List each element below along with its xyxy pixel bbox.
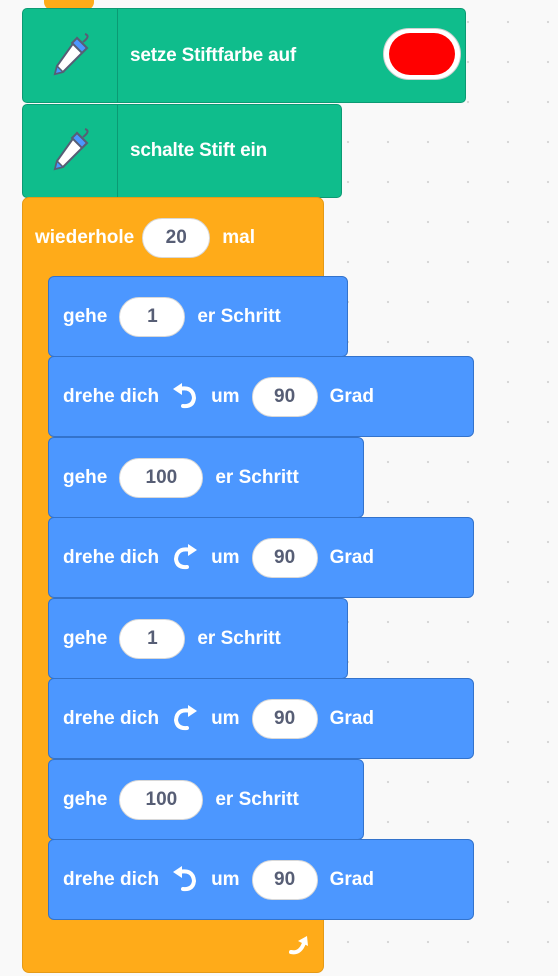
pen-extension-icon-area (23, 9, 118, 102)
repeat-count-input[interactable]: 20 (142, 218, 211, 258)
move-steps-block[interactable]: gehe 100 er Schritt (48, 437, 364, 518)
turn-left-block[interactable]: drehe dich um 90 Grad (48, 356, 474, 437)
move-steps-block[interactable]: gehe 1 er Schritt (48, 276, 348, 357)
steps-suffix-label: er Schritt (197, 627, 281, 649)
turn-um-label: um (211, 385, 240, 407)
degrees-suffix-label: Grad (329, 707, 374, 729)
steps-input[interactable]: 100 (119, 779, 204, 820)
set-pen-color-label: setze Stiftfarbe auf (130, 44, 296, 66)
pen-extension-icon-area (23, 105, 118, 197)
steps-input[interactable]: 1 (119, 296, 186, 337)
degrees-suffix-label: Grad (329, 385, 374, 407)
repeat-label: wiederhole (35, 227, 135, 248)
loop-arrow-icon (285, 930, 315, 960)
turn-label: drehe dich (63, 868, 160, 890)
turn-label: drehe dich (63, 546, 160, 568)
pen-down-block[interactable]: schalte Stift ein (22, 104, 342, 198)
move-label: gehe (63, 788, 108, 810)
turn-um-label: um (211, 868, 240, 890)
move-steps-block[interactable]: gehe 100 er Schritt (48, 759, 364, 840)
degrees-value: 90 (274, 546, 296, 568)
turn-label: drehe dich (63, 707, 160, 729)
degrees-input[interactable]: 90 (251, 376, 318, 417)
rotate-right-icon (167, 701, 203, 737)
set-pen-color-block[interactable]: setze Stiftfarbe auf (22, 8, 466, 103)
steps-value: 1 (147, 627, 158, 649)
turn-right-block[interactable]: drehe dich um 90 Grad (48, 517, 474, 598)
pen-icon (53, 32, 89, 75)
rotate-right-icon (167, 540, 203, 576)
turn-right-block[interactable]: drehe dich um 90 Grad (48, 678, 474, 759)
steps-suffix-label: er Schritt (215, 466, 299, 488)
rotate-left-icon (167, 379, 203, 415)
steps-value: 1 (147, 305, 158, 327)
degrees-value: 90 (274, 868, 296, 890)
repeat-count-value: 20 (165, 227, 187, 248)
script-canvas[interactable]: setze Stiftfarbe auf schalte Stift ein w… (0, 0, 558, 976)
turn-um-label: um (211, 546, 240, 568)
move-label: gehe (63, 305, 108, 327)
degrees-input[interactable]: 90 (251, 859, 318, 900)
steps-suffix-label: er Schritt (197, 305, 281, 327)
steps-input[interactable]: 1 (119, 618, 186, 659)
degrees-suffix-label: Grad (329, 868, 374, 890)
steps-suffix-label: er Schritt (215, 788, 299, 810)
turn-label: drehe dich (63, 385, 160, 407)
turn-um-label: um (211, 707, 240, 729)
degrees-suffix-label: Grad (329, 546, 374, 568)
steps-value: 100 (145, 466, 178, 488)
degrees-value: 90 (274, 385, 296, 407)
pen-down-label: schalte Stift ein (130, 140, 268, 161)
degrees-input[interactable]: 90 (251, 698, 318, 739)
move-label: gehe (63, 627, 108, 649)
rotate-left-icon (167, 862, 203, 898)
degrees-input[interactable]: 90 (251, 537, 318, 578)
steps-input[interactable]: 100 (119, 457, 204, 498)
steps-value: 100 (145, 788, 178, 810)
turn-left-block[interactable]: drehe dich um 90 Grad (48, 839, 474, 920)
move-label: gehe (63, 466, 108, 488)
pen-color-swatch[interactable] (383, 28, 461, 80)
pen-icon (53, 128, 89, 171)
degrees-value: 90 (274, 707, 296, 729)
repeat-times-label: mal (222, 227, 255, 248)
move-steps-block[interactable]: gehe 1 er Schritt (48, 598, 348, 679)
